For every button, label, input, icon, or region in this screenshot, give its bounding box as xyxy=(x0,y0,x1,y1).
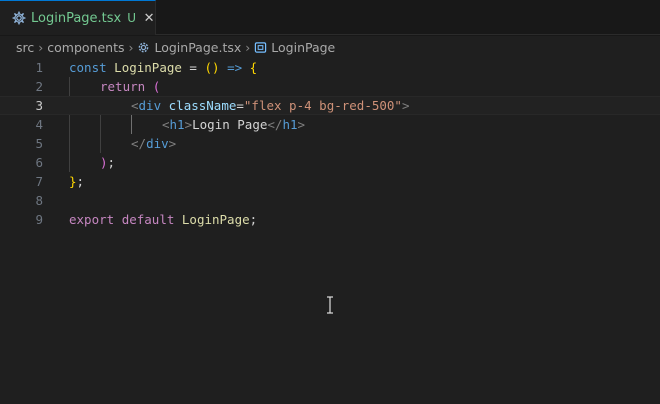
line-number: 4 xyxy=(35,117,43,132)
code-text: <div className="flex p-4 bg-red-500"> xyxy=(131,98,410,113)
code-text: const LoginPage = () => { xyxy=(69,60,258,75)
chevron-right-icon: › xyxy=(245,39,251,55)
code-line-9: 9 export default LoginPage; xyxy=(0,210,660,229)
react-gear-icon xyxy=(137,41,150,54)
line-number: 8 xyxy=(35,193,43,208)
line-number: 9 xyxy=(35,212,43,227)
breadcrumb: src › components › LoginPage.tsx › Login… xyxy=(0,36,660,58)
breadcrumb-item-file[interactable]: LoginPage.tsx xyxy=(154,40,241,55)
code-line-3: 3 <div className="flex p-4 bg-red-500"> xyxy=(0,96,660,115)
chevron-right-icon: › xyxy=(128,39,134,55)
text-cursor-icon xyxy=(327,296,333,314)
code-text: return ( xyxy=(100,79,161,94)
line-number: 1 xyxy=(35,60,43,75)
code-text: ); xyxy=(100,155,116,170)
line-number: 2 xyxy=(35,79,43,94)
breadcrumb-item-components[interactable]: components xyxy=(47,40,124,55)
code-line-1: 1 const LoginPage = () => { xyxy=(0,58,660,77)
code-text: }; xyxy=(69,174,85,189)
code-line-8: 8 xyxy=(0,191,660,210)
line-number: 6 xyxy=(35,155,43,170)
code-line-4: 4 <h1>Login Page</h1> xyxy=(0,115,660,134)
symbol-variable-icon xyxy=(254,41,267,54)
line-number: 3 xyxy=(35,98,43,113)
line-number: 5 xyxy=(35,136,43,151)
code-text: <h1>Login Page</h1> xyxy=(162,117,306,132)
breadcrumb-item-src[interactable]: src xyxy=(16,40,34,55)
tab-filename: LoginPage.tsx xyxy=(31,10,122,26)
code-line-5: 5 </div> xyxy=(0,134,660,153)
code-editor[interactable]: 1 const LoginPage = () => { 2 return ( 3… xyxy=(0,58,660,404)
code-line-2: 2 return ( xyxy=(0,77,660,96)
chevron-right-icon: › xyxy=(38,39,44,55)
git-status-badge: U xyxy=(127,11,137,25)
code-text: export default LoginPage; xyxy=(69,212,258,227)
close-icon[interactable]: ✕ xyxy=(143,11,155,26)
tab-bar: LoginPage.tsx U ✕ xyxy=(0,0,660,35)
editor-tab[interactable]: LoginPage.tsx U ✕ xyxy=(0,0,156,35)
line-number: 7 xyxy=(35,174,43,189)
code-line-6: 6 ); xyxy=(0,153,660,172)
breadcrumb-item-symbol[interactable]: LoginPage xyxy=(271,40,335,55)
code-text: </div> xyxy=(131,136,177,151)
react-gear-icon xyxy=(12,10,26,26)
code-line-7: 7 }; xyxy=(0,172,660,191)
